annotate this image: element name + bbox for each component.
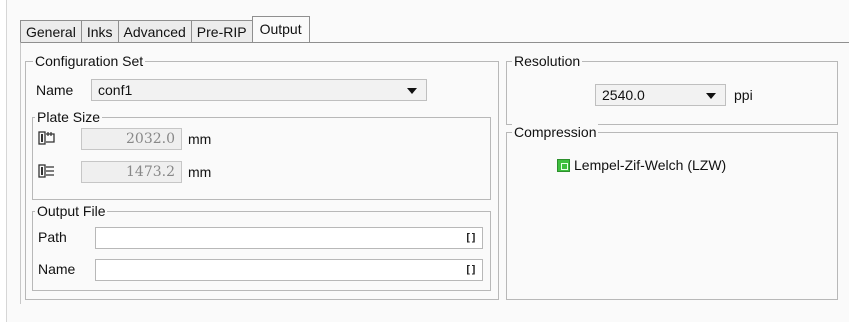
resolution-legend: Resolution — [512, 52, 583, 70]
output-file-group: Output File Path [] Name [] — [32, 202, 491, 291]
plate-width-icon — [38, 131, 55, 145]
lzw-checkbox[interactable] — [557, 159, 570, 172]
tab-inks[interactable]: Inks — [80, 20, 119, 42]
plate-size-group: Plate Size 2032.0 mm 1473.2 mm — [32, 108, 491, 200]
config-name-value: conf1 — [98, 82, 133, 98]
browse-path-icon[interactable]: [] — [465, 230, 477, 246]
settings-window: General Inks Advanced Pre-RIP Output Con… — [6, 0, 849, 322]
chevron-down-icon — [407, 88, 417, 94]
plate-size-legend: Plate Size — [35, 108, 103, 126]
plate-width-unit: mm — [188, 131, 212, 147]
plate-height-field[interactable]: 1473.2 — [81, 161, 182, 183]
browse-name-icon[interactable]: [] — [465, 262, 477, 278]
tab-general[interactable]: General — [20, 20, 82, 42]
chevron-down-icon — [706, 93, 716, 99]
tab-bar: General Inks Advanced Pre-RIP Output — [20, 16, 310, 42]
config-name-label: Name — [36, 82, 74, 98]
resolution-dropdown[interactable]: 2540.0 — [595, 84, 726, 106]
output-name-input[interactable]: [] — [95, 259, 483, 281]
plate-width-field[interactable]: 2032.0 — [81, 128, 182, 150]
plate-height-unit: mm — [188, 164, 212, 180]
compression-legend: Compression — [512, 123, 599, 141]
configuration-set-group: Configuration Set Name conf1 Plate Size … — [25, 52, 499, 300]
resolution-group: Resolution 2540.0 ppi — [506, 52, 838, 125]
output-path-input[interactable]: [] — [95, 227, 483, 249]
config-name-dropdown[interactable]: conf1 — [91, 79, 427, 101]
output-file-legend: Output File — [35, 202, 108, 220]
tab-pre-rip[interactable]: Pre-RIP — [190, 20, 253, 42]
lzw-option-label[interactable]: Lempel-Zif-Welch (LZW) — [574, 156, 726, 174]
resolution-unit: ppi — [734, 87, 753, 103]
tab-output[interactable]: Output — [251, 16, 310, 42]
output-tab-pane: Configuration Set Name conf1 Plate Size … — [20, 42, 849, 304]
resolution-value: 2540.0 — [602, 87, 645, 103]
output-path-label: Path — [38, 229, 67, 245]
output-name-label: Name — [38, 261, 76, 277]
plate-height-icon — [38, 164, 54, 178]
tab-advanced[interactable]: Advanced — [117, 20, 192, 42]
compression-group: Compression Lempel-Zif-Welch (LZW) — [506, 123, 838, 300]
configuration-set-legend: Configuration Set — [33, 52, 146, 70]
